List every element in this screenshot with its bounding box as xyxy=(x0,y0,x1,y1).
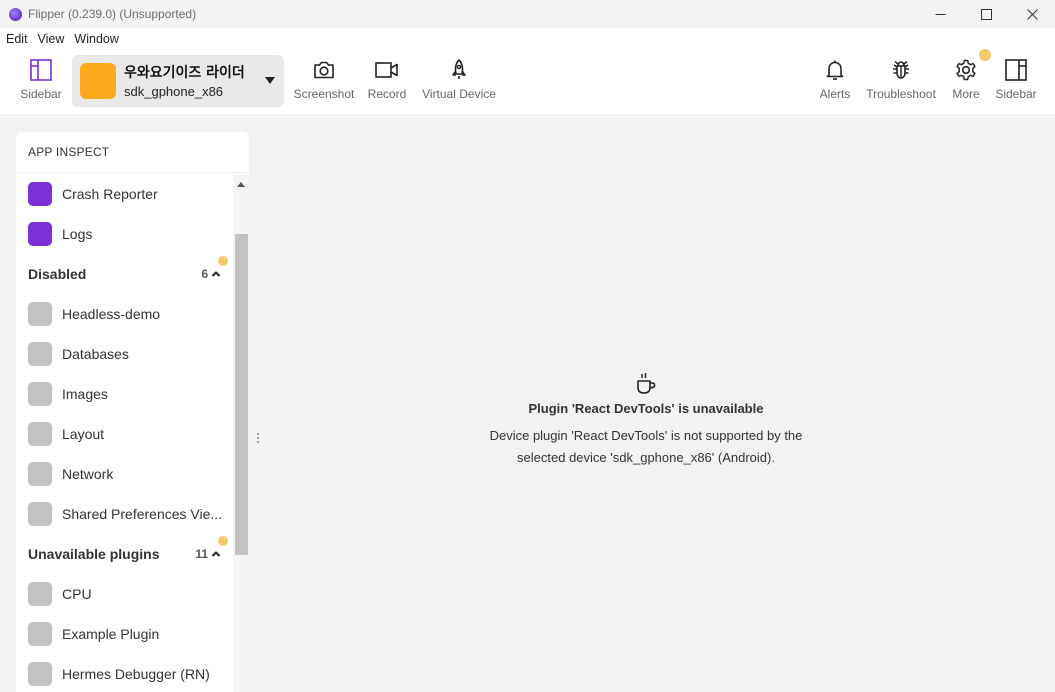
virtual-device-button[interactable]: Virtual Device xyxy=(421,58,497,101)
plugin-name: Headless-demo xyxy=(62,306,161,322)
plugin-list-scrollbar[interactable] xyxy=(233,174,249,692)
plugin-unavailable-message: Plugin 'React DevTools' is unavailable D… xyxy=(380,371,912,469)
section-unavailable[interactable]: Unavailable plugins 11 xyxy=(16,534,233,574)
message-line-2: selected device 'sdk_gphone_x86' (Androi… xyxy=(517,450,775,465)
right-sidebar-button[interactable]: Sidebar xyxy=(978,58,1054,101)
plugin-item-crash-reporter[interactable]: Crash Reporter xyxy=(16,174,233,214)
maximize-icon xyxy=(980,8,992,20)
plugin-item-cpu[interactable]: CPU xyxy=(16,574,233,614)
menu-bar: Edit View Window xyxy=(0,28,1055,50)
plugin-name: Network xyxy=(62,466,114,482)
plugin-name: Crash Reporter xyxy=(62,186,158,202)
sidebar-toggle-icon xyxy=(30,59,52,81)
flipper-logo-icon xyxy=(9,7,22,21)
plugin-item-layout[interactable]: Layout xyxy=(16,414,233,454)
troubleshoot-label: Troubleshoot xyxy=(866,87,936,101)
sidebar-right-icon xyxy=(1005,59,1027,81)
minimize-button[interactable] xyxy=(917,0,963,28)
scroll-up-arrow-icon[interactable] xyxy=(237,182,245,187)
plugin-item-databases[interactable]: Databases xyxy=(16,334,233,374)
plugin-name: Databases xyxy=(62,346,129,362)
section-notification-dot xyxy=(218,256,228,266)
alerts-button[interactable]: Alerts xyxy=(797,58,873,101)
plugin-icon xyxy=(28,622,52,646)
alerts-label: Alerts xyxy=(819,87,851,101)
plugin-item-headless-demo[interactable]: Headless-demo xyxy=(16,294,233,334)
section-count: 11 xyxy=(195,547,208,561)
plugin-item-hermes-debugger[interactable]: Hermes Debugger (RN) xyxy=(16,654,233,692)
chevron-up-icon xyxy=(211,551,221,557)
panel-header: APP INSPECT xyxy=(16,132,249,173)
scrollbar-thumb[interactable] xyxy=(235,234,248,555)
plugin-name: Logs xyxy=(62,226,93,242)
plugin-icon xyxy=(28,462,52,486)
window-controls xyxy=(917,0,1055,28)
right-sidebar-label: Sidebar xyxy=(995,87,1037,101)
plugin-name: CPU xyxy=(62,586,92,602)
plugin-item-images[interactable]: Images xyxy=(16,374,233,414)
menu-view[interactable]: View xyxy=(38,32,65,46)
app-inspect-panel: APP INSPECT Crash Reporter Logs Disabled… xyxy=(16,132,249,692)
plugin-item-network[interactable]: Network xyxy=(16,454,233,494)
plugin-list: Crash Reporter Logs Disabled 6 Headless-… xyxy=(16,174,233,692)
plugin-item-example-plugin[interactable]: Example Plugin xyxy=(16,614,233,654)
maximize-button[interactable] xyxy=(963,0,1009,28)
resize-handle-icon[interactable] xyxy=(256,432,260,444)
rocket-icon xyxy=(452,59,466,79)
camera-icon xyxy=(314,61,334,79)
coffee-cup-icon xyxy=(637,373,656,394)
device-id: sdk_gphone_x86 xyxy=(124,84,224,99)
left-sidebar-button[interactable]: Sidebar xyxy=(3,58,79,101)
section-notification-dot xyxy=(218,536,228,546)
plugin-name: Shared Preferences Vie... xyxy=(62,506,223,522)
window-title: Flipper (0.239.0) (Unsupported) xyxy=(28,7,197,21)
close-button[interactable] xyxy=(1009,0,1055,28)
main-area: APP INSPECT Crash Reporter Logs Disabled… xyxy=(0,117,1055,692)
plugin-item-shared-preferences[interactable]: Shared Preferences Vie... xyxy=(16,494,233,534)
screenshot-label: Screenshot xyxy=(293,87,355,101)
device-name: 우와요기이즈 라이더 xyxy=(124,65,245,81)
chevron-up-icon xyxy=(211,271,221,277)
panel-title: APP INSPECT xyxy=(28,145,110,159)
plugin-icon xyxy=(28,422,52,446)
plugin-icon xyxy=(28,382,52,406)
toolbar: Sidebar 우와요기이즈 라이더 sdk_gphone_x86 Screen… xyxy=(0,49,1055,116)
device-color-swatch xyxy=(80,63,116,99)
flipper-window: Flipper (0.239.0) (Unsupported) Edit Vie… xyxy=(0,0,1055,692)
plugin-icon xyxy=(28,302,52,326)
gear-icon xyxy=(956,59,976,81)
virtual-device-label: Virtual Device xyxy=(422,87,496,101)
section-disabled[interactable]: Disabled 6 xyxy=(16,254,233,294)
message-line-1: Device plugin 'React DevTools' is not su… xyxy=(489,428,803,443)
plugin-name: Images xyxy=(62,386,108,402)
caret-down-icon xyxy=(265,77,275,84)
plugin-icon xyxy=(28,502,52,526)
left-sidebar-label: Sidebar xyxy=(20,87,62,101)
section-title: Disabled xyxy=(28,266,87,282)
plugin-name: Example Plugin xyxy=(62,626,160,642)
message-title: Plugin 'React DevTools' is unavailable xyxy=(528,401,764,416)
plugin-icon xyxy=(28,182,52,206)
menu-window[interactable]: Window xyxy=(74,32,118,46)
bug-icon xyxy=(893,60,909,79)
plugin-name: Hermes Debugger (RN) xyxy=(62,666,210,682)
record-label: Record xyxy=(367,87,407,101)
close-icon xyxy=(1026,8,1038,20)
bell-icon xyxy=(826,60,844,80)
plugin-item-logs[interactable]: Logs xyxy=(16,214,233,254)
plugin-icon xyxy=(28,582,52,606)
device-selector[interactable]: 우와요기이즈 라이더 sdk_gphone_x86 xyxy=(72,55,284,107)
menu-edit[interactable]: Edit xyxy=(6,32,28,46)
more-label: More xyxy=(952,87,980,101)
plugin-icon xyxy=(28,662,52,686)
plugin-name: Layout xyxy=(62,426,105,442)
plugin-icon xyxy=(28,342,52,366)
section-title: Unavailable plugins xyxy=(28,546,160,562)
title-bar: Flipper (0.239.0) (Unsupported) xyxy=(0,0,1055,28)
section-count: 6 xyxy=(201,267,208,281)
minimize-icon xyxy=(935,13,945,15)
record-button[interactable]: Record xyxy=(349,58,425,101)
video-camera-icon xyxy=(375,62,398,78)
plugin-icon xyxy=(28,222,52,246)
